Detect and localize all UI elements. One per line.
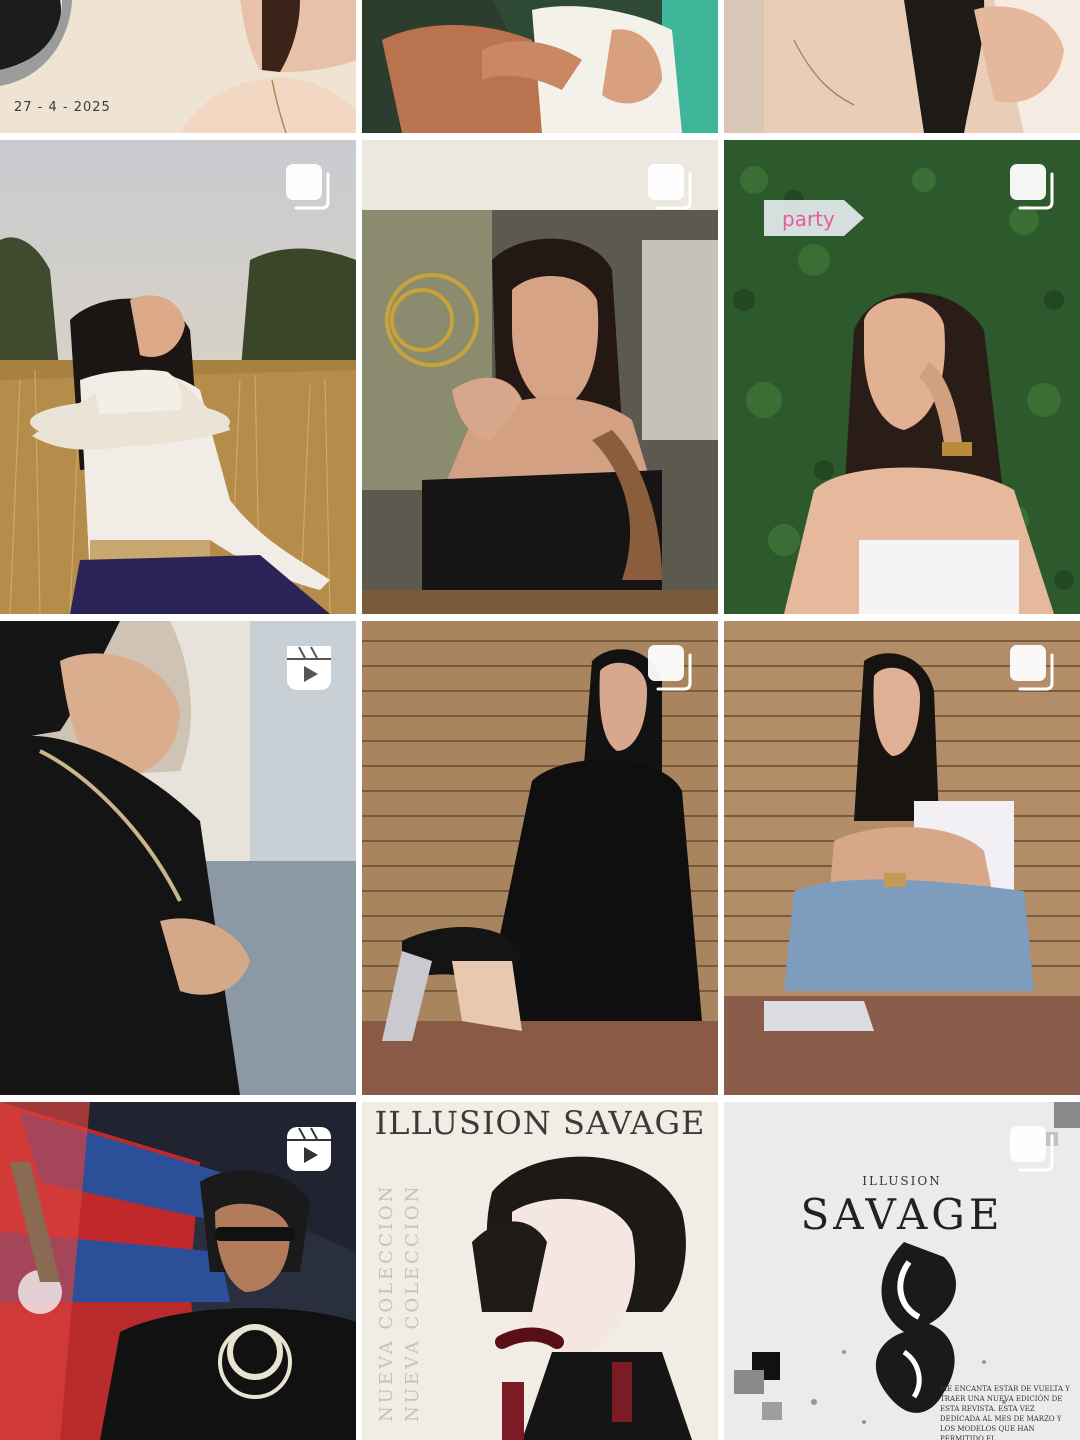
post-tile-11[interactable]: ILLUSION SAVAGE NUEVA COLECCION NUEVA CO… xyxy=(362,1102,718,1440)
reels-icon xyxy=(284,1124,334,1174)
post-tile-4[interactable] xyxy=(0,140,356,614)
magazine-small-title: ILLUSION xyxy=(862,1174,942,1188)
post-tile-1[interactable]: 27 - 4 - 2025 xyxy=(0,0,356,133)
reels-icon xyxy=(284,643,334,693)
carousel-icon xyxy=(1008,162,1058,212)
post-tile-10[interactable] xyxy=(0,1102,356,1440)
magazine-body-text: Me encanta estar de vuelta y traer una n… xyxy=(940,1385,1070,1440)
magazine-big-title: SAVAGE xyxy=(800,1190,1004,1239)
post-tile-12[interactable]: ILLUSION SAVAGE Me encanta estar de vuel… xyxy=(724,1102,1080,1440)
carousel-icon xyxy=(284,162,334,212)
carousel-icon xyxy=(646,162,696,212)
post-tile-2[interactable] xyxy=(362,0,718,133)
post-tile-3[interactable] xyxy=(724,0,1080,133)
vertical-caption: NUEVA COLECCION xyxy=(376,1183,397,1422)
post-date-caption: 27 - 4 - 2025 xyxy=(14,100,111,115)
post-tile-9[interactable] xyxy=(724,621,1080,1095)
post-image xyxy=(362,0,718,133)
carousel-icon xyxy=(1008,1124,1058,1174)
profile-posts-grid: 27 - 4 - 2025 party ILLUSION SAVAGE NUEV… xyxy=(0,0,1080,1440)
post-image xyxy=(724,0,1080,133)
post-tile-7[interactable] xyxy=(0,621,356,1095)
carousel-icon xyxy=(646,643,696,693)
party-sign-text: party xyxy=(782,207,835,231)
post-tile-8[interactable] xyxy=(362,621,718,1095)
carousel-icon xyxy=(1008,643,1058,693)
magazine-title: ILLUSION SAVAGE xyxy=(374,1104,706,1142)
post-tile-6[interactable]: party xyxy=(724,140,1080,614)
post-tile-5[interactable] xyxy=(362,140,718,614)
vertical-caption: NUEVA COLECCION xyxy=(402,1183,423,1422)
